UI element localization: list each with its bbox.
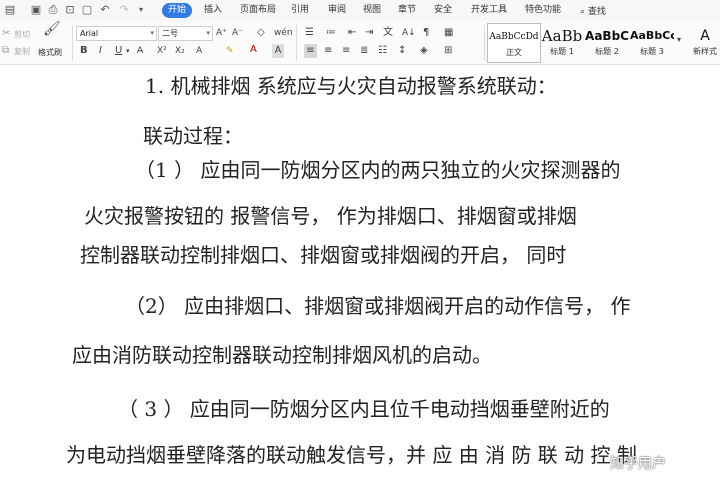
paragraph-line: 火灾报警按钮的 报警信号， 作为排烟口、排烟窗或排烟 [84, 204, 577, 228]
font-size-value: 二号 [162, 29, 178, 38]
tab-developer[interactable]: 开发工具 [471, 4, 507, 17]
shading-icon[interactable]: ◈ [420, 44, 428, 58]
tab-security[interactable]: 安全 [434, 4, 452, 17]
dropdown-icon[interactable]: ▾ [134, 3, 148, 17]
decrease-indent-icon[interactable]: ⇤ [348, 26, 356, 40]
tab-insert[interactable]: 插入 [204, 4, 222, 17]
style-normal[interactable]: AaBbCcDd 正文 [487, 23, 541, 63]
bold-button[interactable]: B [80, 44, 88, 58]
grow-font-icon[interactable]: A⁺ [216, 26, 227, 40]
style-name: 正文 [506, 48, 522, 57]
tab-view[interactable]: 视图 [363, 4, 381, 17]
strikethrough-icon[interactable]: A̶ [137, 44, 143, 58]
font-color-icon[interactable]: A [250, 43, 257, 57]
ribbon-divider [484, 25, 485, 61]
font-name-value: Arial [80, 29, 99, 38]
paragraph-line: （ 3 ） 应由同一防烟分区内且位千电动挡烟垂壁附近的 [118, 397, 610, 421]
search-box[interactable]: ⌕ 查找 [580, 4, 606, 17]
font-size-select[interactable]: 二号 ▾ [158, 26, 213, 41]
ribbon-divider [296, 25, 297, 61]
export-icon[interactable]: ▢ [80, 3, 94, 17]
clear-format-icon[interactable]: ◇ [257, 26, 265, 40]
table-icon[interactable]: ▦ [444, 26, 453, 40]
style-name: 标题 1 [550, 47, 574, 56]
style-preview: AaBbCc [630, 29, 674, 42]
print-preview-icon[interactable]: ⊡ [63, 3, 77, 17]
undo-icon[interactable]: ↶ [98, 3, 112, 17]
style-heading-1[interactable]: AaBb 标题 1 [540, 23, 584, 61]
tab-review[interactable]: 审阅 [328, 4, 346, 17]
style-preview: AaBbC [585, 29, 629, 43]
line-spacing-icon[interactable]: ↕ [398, 44, 406, 58]
style-heading-3[interactable]: AaBbCc 标题 3 [630, 23, 674, 61]
borders-icon[interactable]: ⊞ [444, 44, 452, 58]
distribute-icon[interactable]: ☷ [378, 44, 387, 58]
align-left-icon[interactable]: ≡ [304, 44, 317, 58]
text-effect-icon[interactable]: A [196, 44, 202, 58]
tab-home[interactable]: 开始 [162, 3, 193, 18]
style-heading-2[interactable]: AaBbC 标题 2 [584, 23, 630, 61]
chevron-down-icon[interactable]: ▾ [677, 33, 681, 47]
search-icon: ⌕ [580, 7, 586, 17]
paragraph-line: 应由消防联动控制器联动控制排烟风机的启动。 [72, 343, 492, 367]
increase-indent-icon[interactable]: ⇥ [365, 26, 373, 40]
show-marks-icon[interactable]: ¶ [423, 26, 429, 40]
ribbon-toolbar: ✂ 剪切 ⧉ 复制 🖌 格式刷 Arial ▾ 二号 ▾ A⁺ A⁻ ◇ wén… [0, 21, 720, 65]
subscript-icon[interactable]: X₂ [175, 44, 185, 58]
print-icon[interactable]: ⎙ [46, 3, 60, 17]
align-right-icon[interactable]: ≡ [342, 44, 350, 58]
copy-icon: ⧉ [2, 45, 10, 56]
tab-chapter[interactable]: 章节 [398, 4, 416, 17]
document-icon[interactable]: ▤ [3, 3, 17, 17]
redo-icon[interactable]: ↷ [117, 3, 131, 17]
sort-icon[interactable]: A↓ [402, 26, 416, 40]
scissors-icon: ✂ [2, 28, 11, 39]
paragraph-line: （2） 应由排烟口、排烟窗或排烟阀开启的动作信号， 作 [125, 294, 631, 318]
chevron-down-icon[interactable]: ▾ [126, 44, 130, 58]
format-painter-button[interactable]: 格式刷 [38, 47, 62, 58]
paragraph-line: 控制器联动控制排烟口、排烟窗或排烟阀的开启， 同时 [80, 243, 567, 267]
page-heading: 1. 机械排烟 系统应与火灾自动报警系统联动： [145, 74, 557, 98]
font-name-select[interactable]: Arial ▾ [76, 26, 157, 41]
align-center-icon[interactable]: ≡ [324, 44, 332, 58]
save-icon[interactable]: ▣ [29, 3, 43, 17]
tab-references[interactable]: 引用 [291, 4, 309, 17]
style-preview: AaBb [541, 27, 583, 45]
tab-page-layout[interactable]: 页面布局 [240, 4, 276, 17]
new-style-button[interactable]: A 新样式 [690, 23, 720, 61]
menu-bar: ▤ ▣ ⎙ ⊡ ▢ ↶ ↷ ▾ 开始 插入 页面布局 引用 审阅 视图 章节 安… [0, 0, 720, 21]
phonetic-icon[interactable]: wén [274, 26, 293, 40]
tab-special-features[interactable]: 特色功能 [525, 4, 561, 17]
watermark-text: 知乎用户 [610, 456, 666, 472]
cut-button[interactable]: 剪切 [14, 29, 30, 40]
underline-button[interactable]: U [115, 44, 122, 58]
new-style-icon: A [700, 28, 710, 44]
style-name: 标题 2 [595, 47, 619, 56]
paragraph-line: （1 ） 应由同一防烟分区内的两只独立的火灾探测器的 [135, 158, 621, 182]
format-painter-icon[interactable]: 🖌 [43, 22, 61, 36]
ribbon-divider [72, 25, 73, 61]
chinese-layout-icon[interactable]: 文 [383, 26, 393, 40]
numbered-list-icon[interactable]: ≔ [326, 26, 336, 40]
chevron-down-icon: ▾ [206, 29, 210, 37]
search-label: 查找 [587, 7, 606, 17]
superscript-icon[interactable]: X² [157, 44, 167, 58]
bullet-list-icon[interactable]: ☰ [305, 26, 314, 40]
shrink-font-icon[interactable]: A⁻ [232, 26, 243, 40]
italic-button[interactable]: I [99, 44, 102, 58]
paragraph-line: 为电动挡烟垂壁降落的联动触发信号，并 应 由 消 防 联 动 控 制 [66, 443, 637, 467]
chevron-down-icon: ▾ [150, 29, 154, 37]
new-style-label: 新样式 [693, 47, 717, 56]
section-subheading: 联动过程： [143, 124, 243, 148]
style-preview: AaBbCcDd [489, 32, 539, 42]
copy-button[interactable]: 复制 [14, 46, 30, 57]
char-shading-icon[interactable]: A [272, 44, 284, 58]
style-name: 标题 3 [640, 47, 664, 56]
justify-icon[interactable]: ≣ [360, 44, 368, 58]
highlight-icon[interactable]: ✎ [226, 44, 234, 58]
